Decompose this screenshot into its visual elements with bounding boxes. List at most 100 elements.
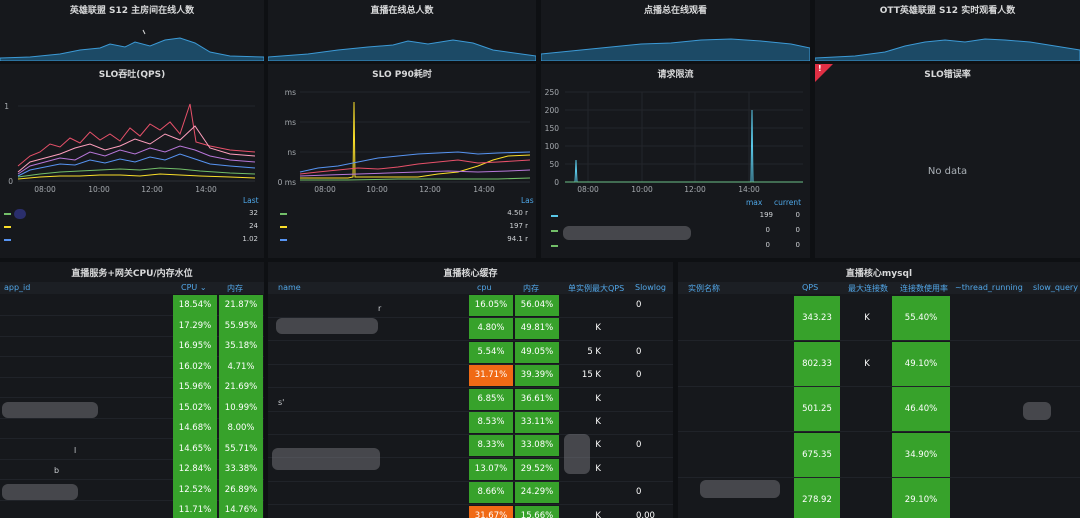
cpu-cell[interactable]: 8.66% xyxy=(469,482,513,504)
legend-row[interactable]: 4.50 r xyxy=(268,209,532,219)
panel-slo-qps[interactable]: SLO吞吐(QPS) 1 0 08:00 10:00 12:00 14:00 L… xyxy=(0,64,264,258)
panel-lol-main-room-online[interactable]: 英雄联盟 S12 主房间在线人数 xyxy=(0,0,264,61)
panel-request-rate-limit[interactable]: 请求限流 250 200 150 100 50 0 08:00 10:00 12… xyxy=(541,64,810,258)
mem-cell[interactable]: 33.08% xyxy=(515,435,559,457)
column-header-app-id[interactable]: app_id xyxy=(4,283,30,292)
cpu-cell[interactable]: 13.07% xyxy=(469,458,513,480)
cpu-cell[interactable]: 17.29% xyxy=(173,315,217,337)
mem-cell[interactable]: 10.99% xyxy=(219,397,263,419)
slowlog-cell[interactable] xyxy=(628,318,668,339)
cpu-cell[interactable]: 31.71% xyxy=(469,365,513,387)
column-header-conn-usage[interactable]: 连接数使用率 xyxy=(900,283,948,294)
mem-cell[interactable]: 55.71% xyxy=(219,438,263,460)
slowlog-cell[interactable]: 0 xyxy=(628,365,668,386)
legend-row[interactable]: 32 xyxy=(0,209,262,219)
mem-cell[interactable]: 26.89% xyxy=(219,479,263,501)
slowlog-cell[interactable]: 0 xyxy=(628,435,668,456)
legend-row[interactable]: 197 r xyxy=(268,222,532,232)
max-conn-cell[interactable] xyxy=(844,387,890,431)
legend-row[interactable]: 199 0 xyxy=(541,211,806,221)
slowlog-cell[interactable] xyxy=(628,389,668,410)
mem-cell[interactable]: 14.76% xyxy=(219,500,263,518)
mem-cell[interactable]: 35.18% xyxy=(219,336,263,357)
column-header-max-conn[interactable]: 最大连接数 xyxy=(848,283,888,294)
mem-cell[interactable]: 4.71% xyxy=(219,356,263,378)
legend-header-last[interactable]: Last xyxy=(243,196,259,205)
max-qps-cell[interactable] xyxy=(563,295,623,316)
slowlog-cell[interactable]: 0 xyxy=(628,342,668,363)
column-header-cpu[interactable]: CPU ⌄ xyxy=(181,283,207,292)
max-conn-cell[interactable]: K xyxy=(844,296,890,340)
max-conn-cell[interactable]: K xyxy=(844,342,890,386)
cpu-cell[interactable]: 6.85% xyxy=(469,388,513,410)
cpu-cell[interactable]: 31.67% xyxy=(469,505,513,518)
panel-slo-error-rate[interactable]: ! SLO错误率 No data xyxy=(815,64,1080,258)
slowlog-cell[interactable] xyxy=(628,459,668,480)
max-conn-cell[interactable] xyxy=(844,433,890,477)
legend-row[interactable]: 24 xyxy=(0,222,262,232)
cpu-cell[interactable]: 8.33% xyxy=(469,435,513,457)
mem-cell[interactable]: 33.11% xyxy=(515,412,559,433)
max-qps-cell[interactable]: K xyxy=(563,506,623,518)
column-header-cpu[interactable]: cpu xyxy=(477,283,492,292)
slowlog-cell[interactable]: 0 xyxy=(628,295,668,316)
column-header-thread-running[interactable]: ~thread_running xyxy=(955,283,1023,292)
max-qps-cell[interactable]: K xyxy=(563,412,623,433)
conn-usage-cell[interactable]: 46.40% xyxy=(892,387,950,431)
cpu-cell[interactable]: 15.02% xyxy=(173,397,217,419)
qps-cell[interactable]: 675.35 xyxy=(794,432,840,477)
cpu-cell[interactable]: 12.84% xyxy=(173,459,217,480)
conn-usage-cell[interactable]: 34.90% xyxy=(892,432,950,477)
mem-cell[interactable]: 15.66% xyxy=(515,505,559,518)
column-header-mem[interactable]: 内存 xyxy=(227,283,243,294)
cpu-cell[interactable]: 8.53% xyxy=(469,412,513,433)
legend-header-max[interactable]: max xyxy=(746,198,762,207)
legend-row[interactable]: 0 0 xyxy=(541,226,806,240)
cpu-cell[interactable]: 5.54% xyxy=(469,341,513,363)
mem-cell[interactable]: 36.61% xyxy=(515,388,559,410)
qps-cell[interactable]: 343.23 xyxy=(794,296,840,340)
mem-cell[interactable]: 49.81% xyxy=(515,318,559,340)
mem-cell[interactable]: 21.87% xyxy=(219,295,263,316)
max-qps-cell[interactable]: K xyxy=(563,389,623,410)
panel-cpu-mem-table[interactable]: 直播服务+网关CPU/内存水位 app_id CPU ⌄ 内存 18.54% 21… xyxy=(0,262,264,518)
column-header-name[interactable]: name xyxy=(278,283,301,292)
mem-cell[interactable]: 33.38% xyxy=(219,459,263,480)
column-header-slowlog[interactable]: Slowlog xyxy=(635,283,666,292)
max-qps-cell[interactable] xyxy=(563,482,623,503)
cpu-cell[interactable]: 16.95% xyxy=(173,336,217,357)
column-header-slow-query[interactable]: slow_query xyxy=(1033,283,1078,292)
max-qps-cell[interactable]: K xyxy=(563,318,623,339)
panel-live-total-online[interactable]: 直播在线总人数 xyxy=(268,0,536,61)
max-qps-cell[interactable]: 15 K xyxy=(563,365,623,386)
slowlog-cell[interactable]: 0 xyxy=(628,482,668,503)
column-header-mem[interactable]: 内存 xyxy=(523,283,539,294)
column-header-max-qps[interactable]: 单实例最大QPS xyxy=(568,283,624,294)
qps-cell[interactable]: 802.33 xyxy=(794,341,840,386)
mem-cell[interactable]: 29.52% xyxy=(515,458,559,480)
cpu-cell[interactable]: 14.65% xyxy=(173,438,217,460)
panel-ott-lol-viewers[interactable]: OTT英雄联盟 S12 实时观看人数 xyxy=(815,0,1080,61)
conn-usage-cell[interactable]: 55.40% xyxy=(892,296,950,340)
legend-row[interactable]: 94.1 r xyxy=(268,235,532,245)
mem-cell[interactable]: 24.29% xyxy=(515,482,559,504)
qps-cell[interactable]: 501.25 xyxy=(794,387,840,431)
slowlog-cell[interactable]: 0.00 xyxy=(628,506,668,518)
panel-core-cache-table[interactable]: 直播核心缓存 name cpu 内存 单实例最大QPS Slowlog 16.0… xyxy=(268,262,673,518)
max-conn-cell[interactable] xyxy=(844,478,890,518)
legend-row[interactable]: 1.02 xyxy=(0,235,262,245)
cpu-cell[interactable]: 11.71% xyxy=(173,500,217,518)
mem-cell[interactable]: 55.95% xyxy=(219,315,263,337)
cpu-cell[interactable]: 16.02% xyxy=(173,356,217,378)
mem-cell[interactable]: 8.00% xyxy=(219,418,263,439)
max-qps-cell[interactable]: 5 K xyxy=(563,342,623,363)
legend-header-current[interactable]: current xyxy=(774,198,801,207)
panel-slo-p90-latency[interactable]: SLO P90耗时 ms ms ns 0 ms 08:00 10:00 12:0… xyxy=(268,64,536,258)
mem-cell[interactable]: 21.69% xyxy=(219,377,263,398)
slowlog-cell[interactable] xyxy=(628,412,668,433)
legend-header-last[interactable]: Las xyxy=(521,196,534,205)
qps-cell[interactable]: 278.92 xyxy=(794,478,840,518)
cpu-cell[interactable]: 14.68% xyxy=(173,418,217,439)
mem-cell[interactable]: 39.39% xyxy=(515,365,559,387)
column-header-qps[interactable]: QPS xyxy=(802,283,818,292)
